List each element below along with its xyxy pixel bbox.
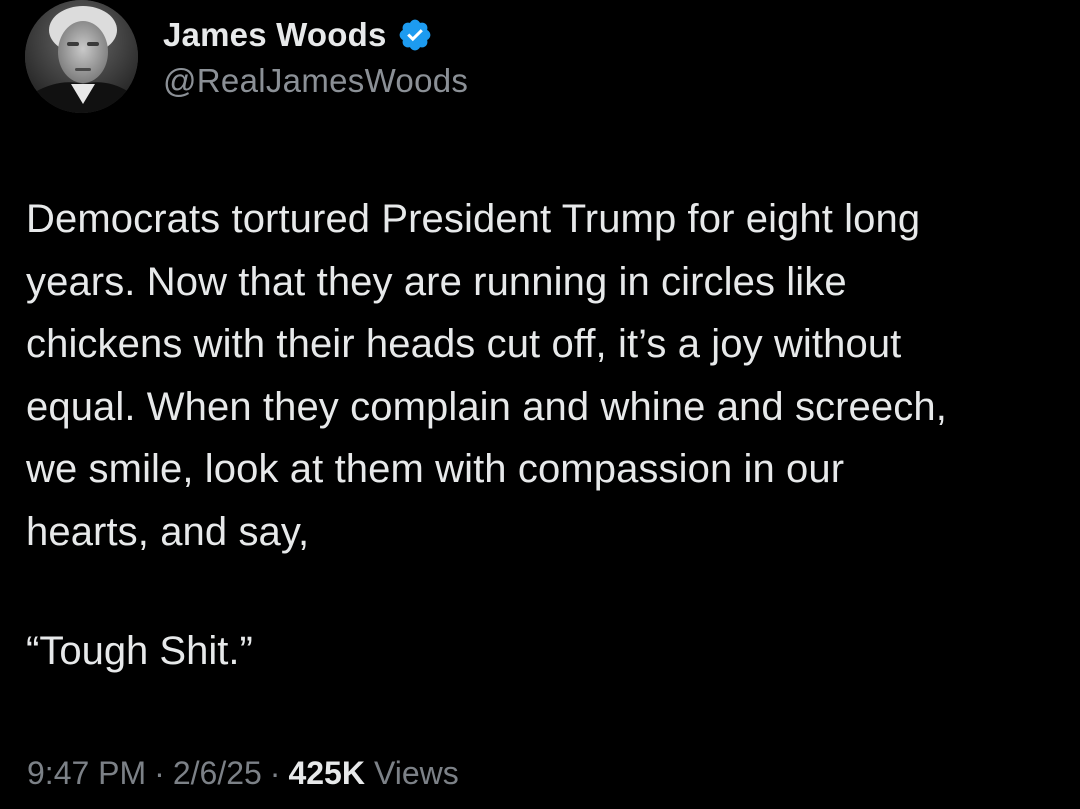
tweet-text-line: hearts, and say, [26, 509, 310, 554]
author-avatar[interactable] [25, 0, 138, 113]
meta-separator: · [269, 755, 281, 791]
avatar-photo [25, 0, 138, 113]
tweet-text-line: Democrats tortured President Trump for e… [26, 197, 921, 241]
tweet: James Woods @RealJamesWoods Democrats to… [0, 0, 1080, 809]
tweet-text-line: we smile, look at them with compassion i… [26, 447, 845, 491]
tweet-text-line: chickens with their heads cut off, it’s … [26, 322, 902, 366]
views-label[interactable]: Views [374, 755, 459, 792]
tweet-quote-line: “Tough Shit.” [26, 629, 253, 673]
author-name-row[interactable]: James Woods [163, 14, 433, 56]
tweet-meta: 9:47 PM · 2/6/25 · 425K Views [27, 755, 459, 792]
meta-separator: · [154, 755, 165, 791]
author-name[interactable]: James Woods [163, 16, 387, 54]
tweet-text-line: equal. When they complain and whine and … [26, 384, 947, 429]
tweet-date[interactable]: 2/6/25 [173, 755, 262, 792]
verified-badge-icon[interactable] [397, 17, 433, 53]
tweet-text: Democrats tortured President Trump for e… [26, 188, 1066, 563]
tweet-text-line: years. Now that they are running in circ… [26, 259, 847, 304]
tweet-time[interactable]: 9:47 PM [27, 755, 146, 792]
author-handle[interactable]: @RealJamesWoods [163, 62, 468, 100]
views-count[interactable]: 425K [288, 755, 365, 792]
